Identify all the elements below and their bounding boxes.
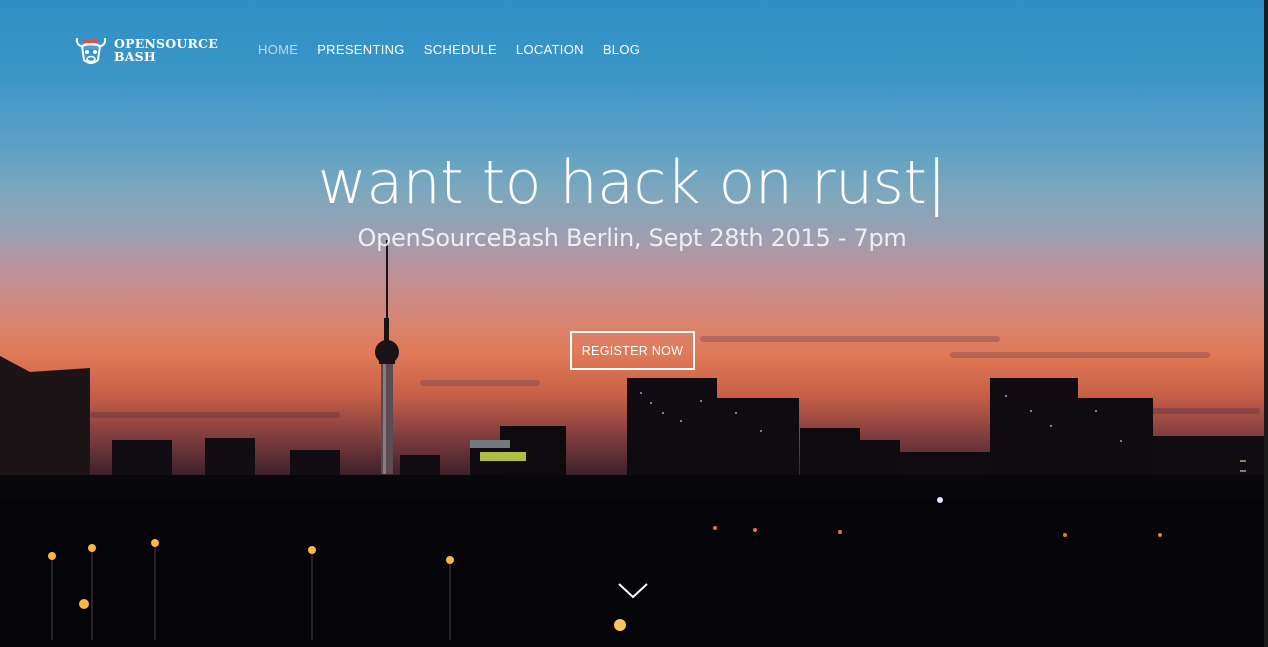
nav-item-blog[interactable]: BLOG [603, 42, 640, 57]
tv-tower [375, 240, 399, 474]
nav-item-location[interactable]: LOCATION [516, 42, 584, 57]
hero-headline: want to hack on rust| [0, 148, 1264, 218]
register-button[interactable]: REGISTER NOW [570, 331, 695, 370]
billboard [480, 452, 526, 461]
building [0, 356, 90, 480]
city-skyline [0, 240, 1268, 647]
bull-logo-icon [75, 37, 107, 64]
hero-subtitle: OpenSourceBash Berlin, Sept 28th 2015 - … [357, 224, 907, 252]
nav-item-home[interactable]: HOME [258, 42, 298, 57]
typing-cursor: | [926, 148, 947, 218]
headline-text: want to hack on rust [317, 148, 927, 218]
brand-name: OPENSOURCE BASH [114, 37, 218, 63]
nav-item-presenting[interactable]: PRESENTING [317, 42, 405, 57]
billboard [470, 440, 510, 448]
main-nav: HOME PRESENTING SCHEDULE LOCATION BLOG [258, 42, 640, 57]
nav-item-schedule[interactable]: SCHEDULE [424, 42, 497, 57]
hero-section: OPENSOURCE BASH HOME PRESENTING SCHEDULE… [0, 0, 1268, 647]
ground [0, 500, 1268, 647]
brand-logo[interactable]: OPENSOURCE BASH [74, 32, 218, 68]
window-edge [1264, 0, 1268, 647]
chevron-down-icon[interactable] [617, 582, 649, 600]
brand-line-2: BASH [114, 49, 156, 64]
